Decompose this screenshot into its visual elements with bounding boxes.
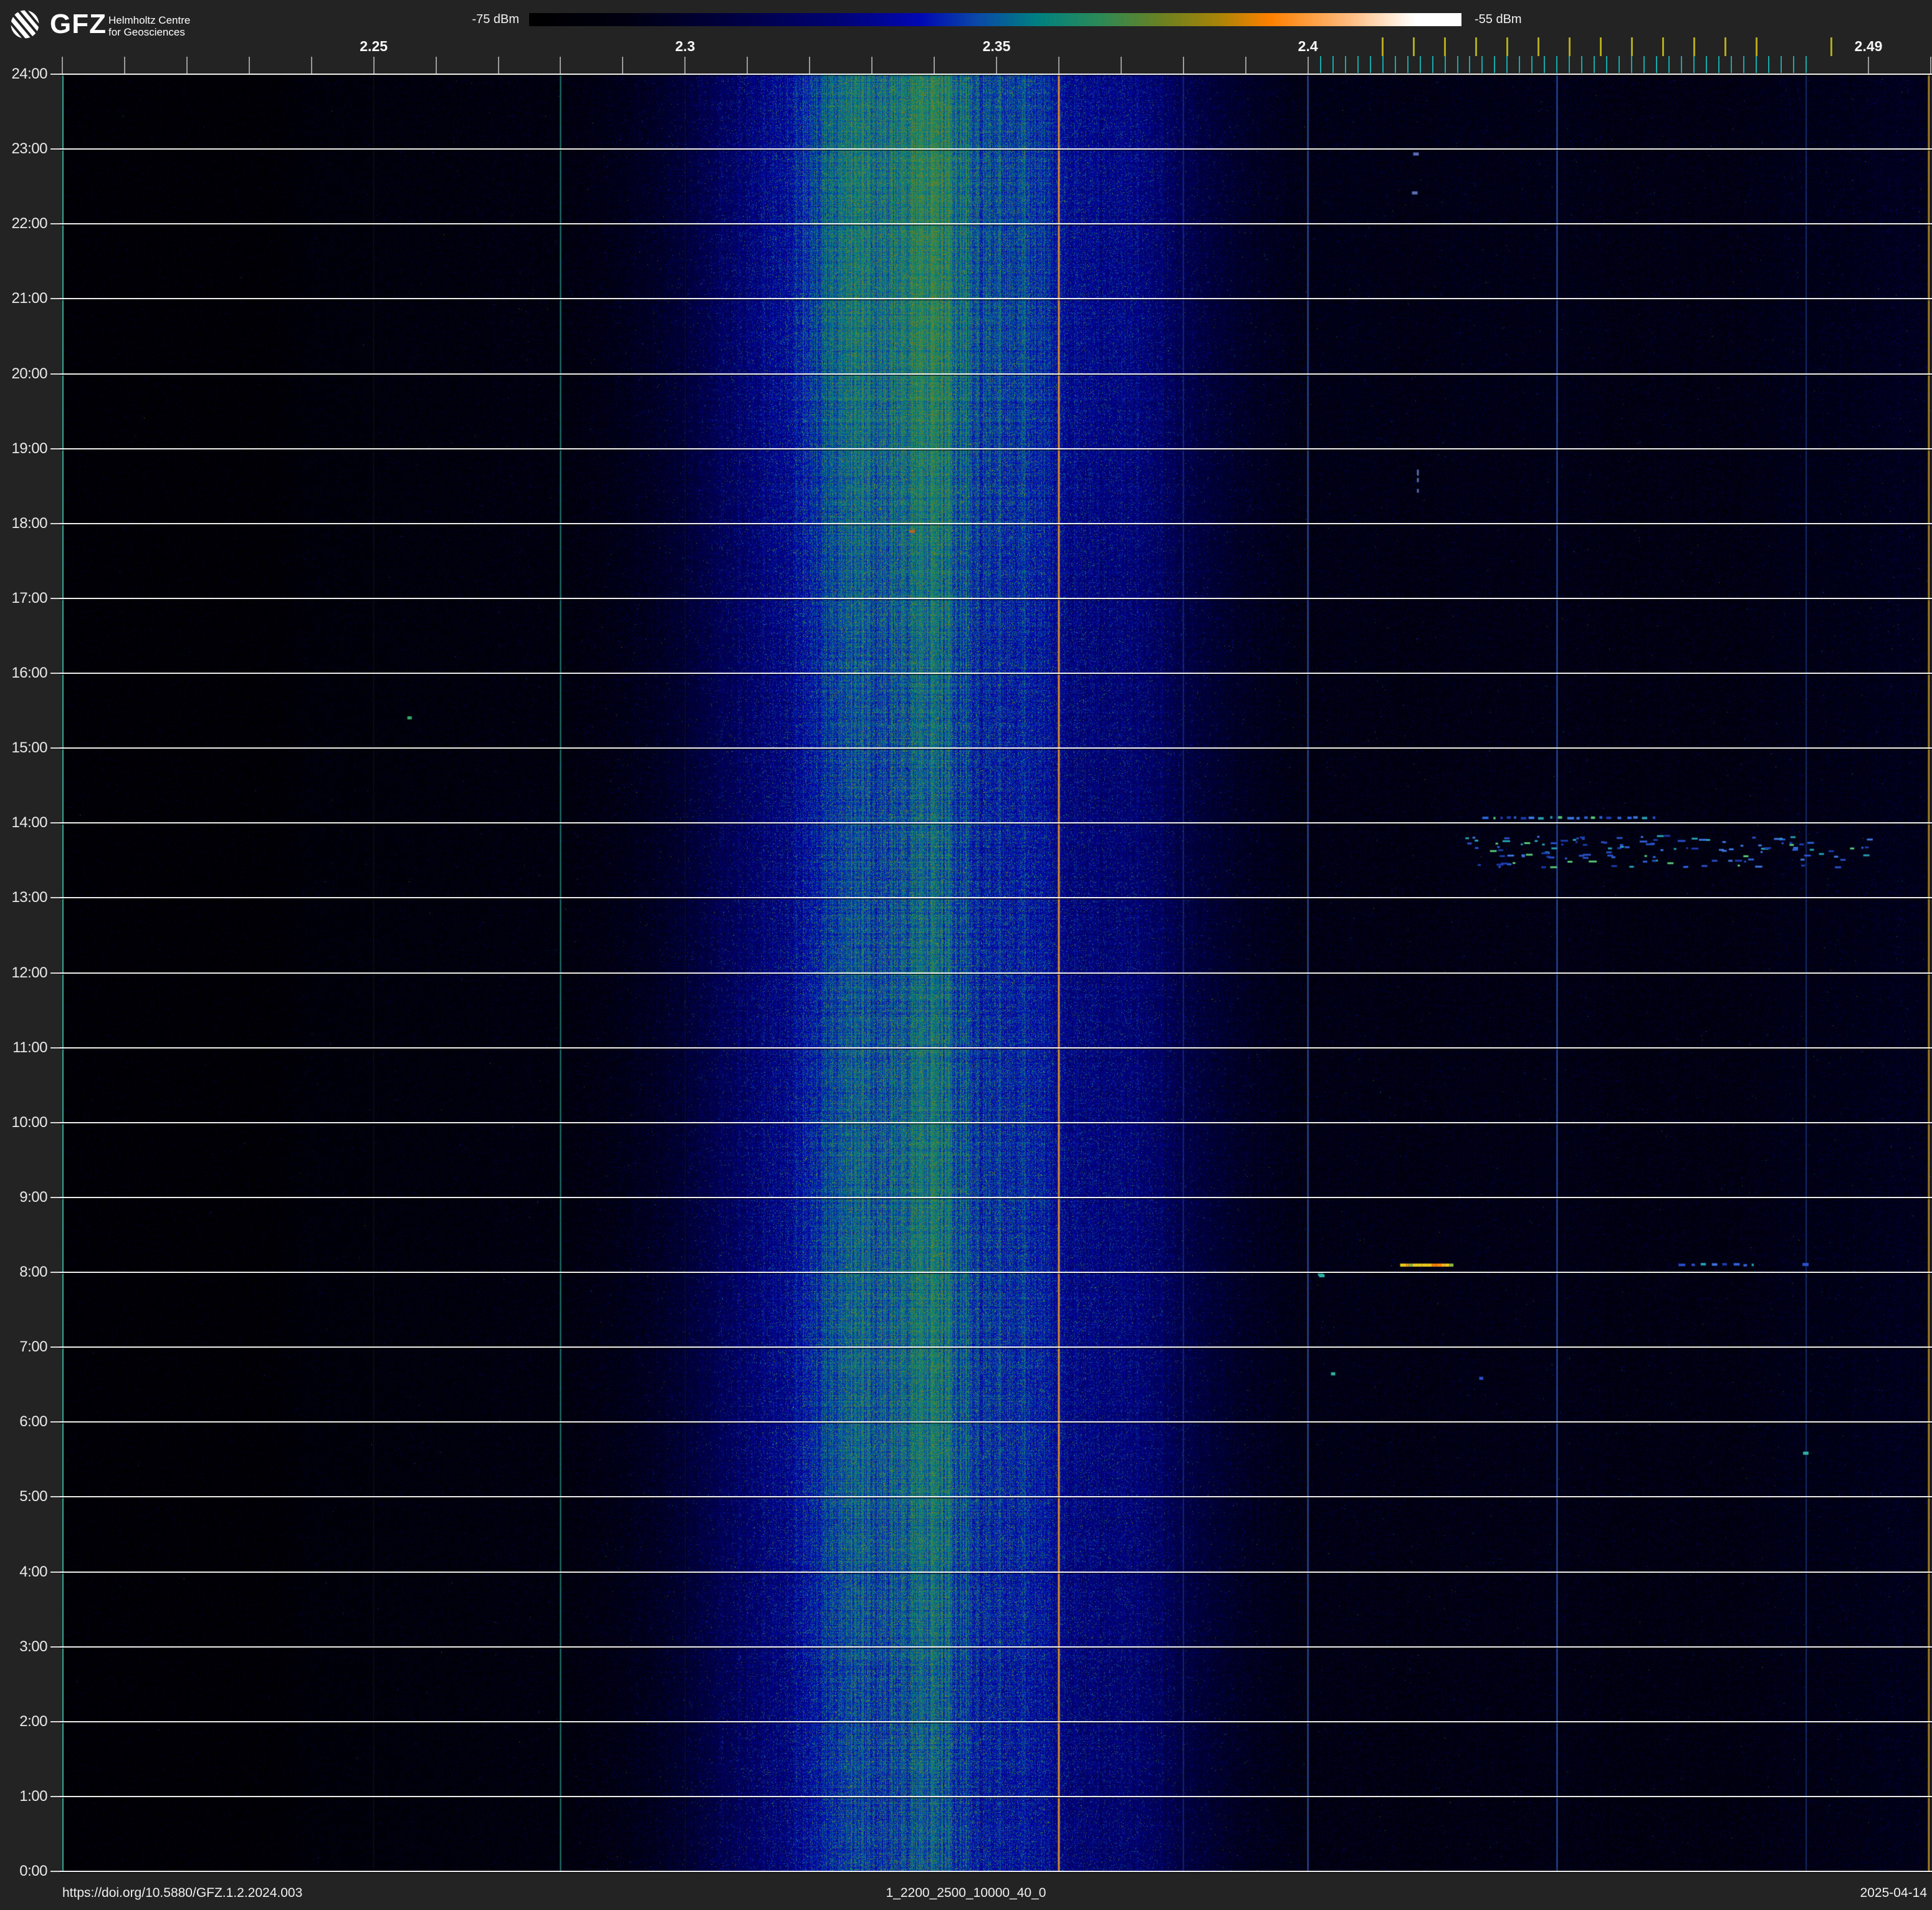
hour-tick: [50, 1272, 60, 1273]
hour-label: 5:00: [19, 1488, 47, 1505]
hour-label: 12:00: [11, 964, 47, 981]
hour-label: 15:00: [11, 739, 47, 757]
hour-label: 13:00: [11, 889, 47, 906]
spectrogram-page: GFZ Helmholtz Centre for Geosciences -75…: [0, 0, 1932, 1910]
hour-tick: [50, 972, 60, 974]
hour-label: 9:00: [19, 1188, 47, 1206]
hour-tick: [50, 673, 60, 674]
hour-tick: [50, 1496, 60, 1498]
hour-tick: [50, 1720, 60, 1722]
hour-label: 19:00: [11, 439, 47, 457]
hour-label: 14:00: [11, 814, 47, 832]
hour-label: 16:00: [11, 665, 47, 681]
hour-tick: [50, 1047, 60, 1049]
hour-tick: [50, 448, 60, 449]
hour-tick: [50, 298, 60, 300]
hour-tick: [50, 373, 60, 375]
hour-label: 23:00: [11, 140, 47, 158]
hour-label: 3:00: [19, 1638, 47, 1655]
date-label: 2025-04-14: [1860, 1886, 1927, 1900]
hour-label: 17:00: [11, 589, 47, 607]
hour-tick: [50, 1421, 60, 1423]
hour-label: 18:00: [11, 514, 47, 532]
hour-label: 10:00: [11, 1113, 47, 1131]
hour-label: 1:00: [19, 1787, 47, 1805]
hour-tick: [50, 1871, 60, 1872]
hour-tick: [50, 747, 60, 749]
hour-label: 8:00: [19, 1264, 47, 1280]
hour-tick: [50, 597, 60, 599]
hour-tick: [50, 522, 60, 524]
hour-tick: [50, 822, 60, 824]
hour-tick: [50, 897, 60, 899]
hour-tick: [50, 1121, 60, 1123]
hour-label: 0:00: [19, 1863, 47, 1879]
hour-label: 7:00: [19, 1338, 47, 1356]
dataset-label: 1_2200_2500_10000_40_0: [886, 1886, 1046, 1900]
hour-label: 6:00: [19, 1413, 47, 1431]
hour-tick: [50, 148, 60, 150]
hour-tick: [50, 74, 60, 75]
hour-tick: [50, 1646, 60, 1648]
hour-label: 22:00: [11, 215, 47, 233]
hour-tick: [50, 1571, 60, 1573]
hour-label: 20:00: [11, 365, 47, 382]
hour-tick: [50, 1795, 60, 1797]
spectrogram-canvas: [62, 74, 1931, 1871]
hour-tick: [50, 223, 60, 225]
hour-tick: [50, 1196, 60, 1198]
hour-label: 21:00: [11, 290, 47, 307]
hour-label: 2:00: [19, 1712, 47, 1730]
hour-tick: [50, 1346, 60, 1348]
hour-label: 24:00: [11, 65, 47, 82]
hour-label: 11:00: [12, 1039, 47, 1056]
hour-label: 4:00: [19, 1563, 47, 1580]
